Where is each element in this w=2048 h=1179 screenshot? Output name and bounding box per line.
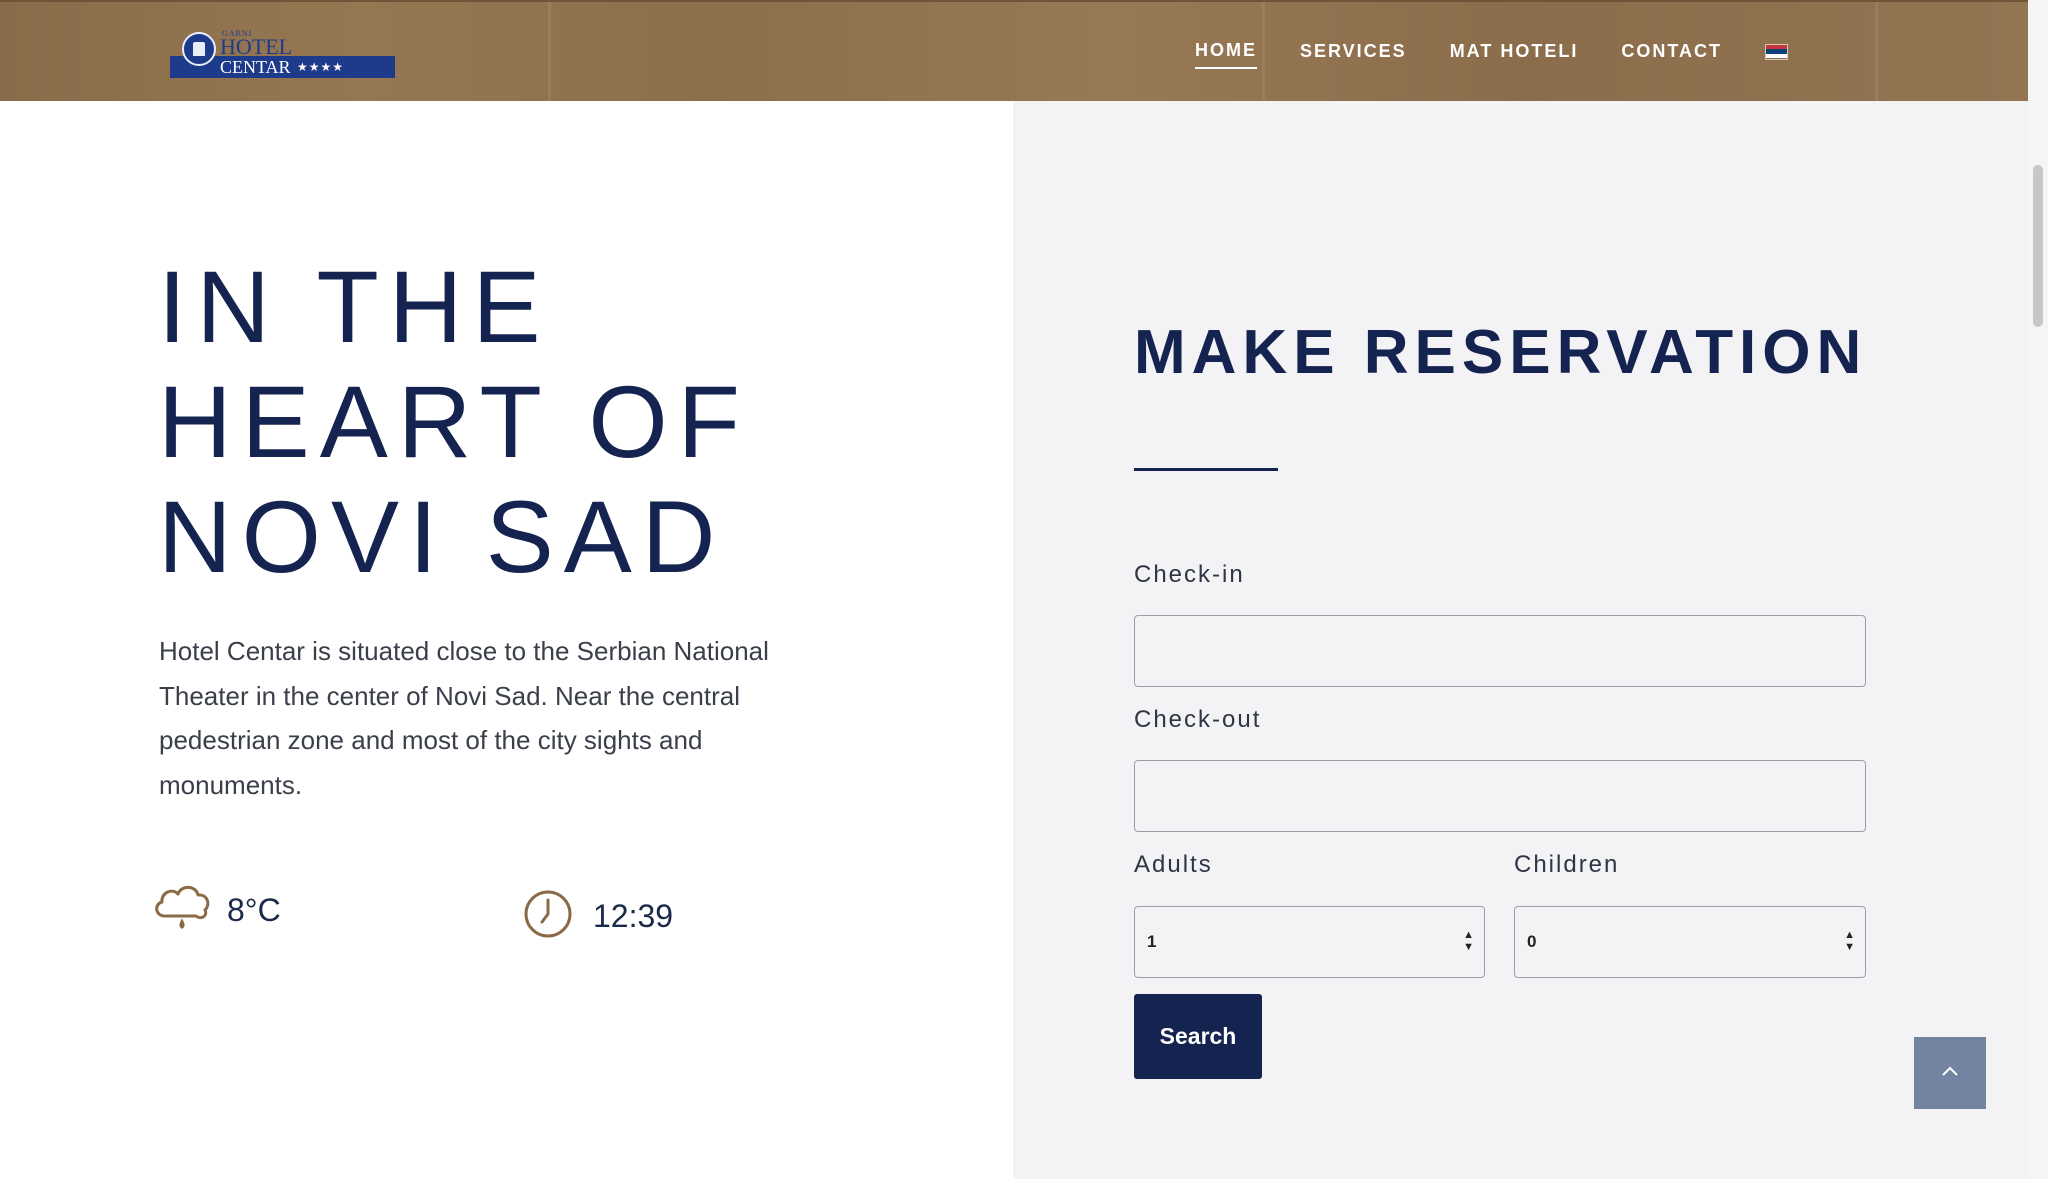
nav-services[interactable]: SERVICES xyxy=(1300,41,1407,68)
hero-description: Hotel Centar is situated close to the Se… xyxy=(159,636,769,800)
scroll-to-top-button[interactable] xyxy=(1914,1037,1986,1109)
hero-title: IN THE HEART OF NOVI SAD xyxy=(158,250,750,595)
checkout-input[interactable] xyxy=(1134,760,1866,832)
checkout-label: Check-out xyxy=(1134,706,1262,733)
page-scrollbar[interactable] xyxy=(2028,0,2048,1179)
title-divider xyxy=(1134,468,1278,471)
time-value: 12:39 xyxy=(593,898,674,934)
hero-title-line: IN THE xyxy=(158,250,551,364)
adults-select[interactable]: 1 ▲ ▼ xyxy=(1134,906,1485,978)
select-arrows-icon: ▲ ▼ xyxy=(1844,929,1855,953)
main-nav: HOME SERVICES MAT HOTELI CONTACT xyxy=(1152,40,1788,69)
clock-icon xyxy=(523,889,573,944)
header-bar: GARNI HOTEL CENTAR ★★★★ HOME SERVICES MA… xyxy=(0,0,2028,103)
nav-mat-hoteli[interactable]: MAT HOTELI xyxy=(1450,41,1579,68)
cloud-rain-icon xyxy=(151,880,213,941)
adults-value: 1 xyxy=(1147,932,1157,951)
children-label: Children xyxy=(1514,851,1620,878)
texture-fold xyxy=(1875,2,1878,103)
logo-emblem-icon xyxy=(182,32,216,66)
reservation-title: MAKE RESERVATION xyxy=(1134,318,1868,387)
scrollbar-thumb[interactable] xyxy=(2033,165,2043,327)
logo-hotel-text: HOTEL xyxy=(220,34,293,59)
hero-title-line: HEART OF xyxy=(158,365,750,479)
chevron-up-icon xyxy=(1940,1064,1960,1082)
texture-fold xyxy=(548,2,551,103)
search-button[interactable]: Search xyxy=(1134,994,1262,1079)
hotel-logo[interactable]: GARNI HOTEL CENTAR ★★★★ xyxy=(170,29,395,78)
checkin-input[interactable] xyxy=(1134,615,1866,687)
temperature-value: 8°C xyxy=(227,892,281,928)
checkin-label: Check-in xyxy=(1134,561,1245,588)
children-value: 0 xyxy=(1527,932,1537,951)
nav-contact[interactable]: CONTACT xyxy=(1621,41,1722,68)
children-select[interactable]: 0 ▲ ▼ xyxy=(1514,906,1866,978)
select-arrows-icon: ▲ ▼ xyxy=(1463,929,1474,953)
logo-stars: ★★★★ xyxy=(297,60,345,74)
logo-centar-text: CENTAR xyxy=(220,57,291,77)
hero-title-line: NOVI SAD xyxy=(158,480,726,594)
nav-home[interactable]: HOME xyxy=(1194,40,1257,69)
weather-widget: 8°C xyxy=(151,880,281,941)
serbian-flag-icon[interactable] xyxy=(1765,43,1788,60)
adults-label: Adults xyxy=(1134,851,1213,878)
clock-widget: 12:39 xyxy=(523,889,673,944)
